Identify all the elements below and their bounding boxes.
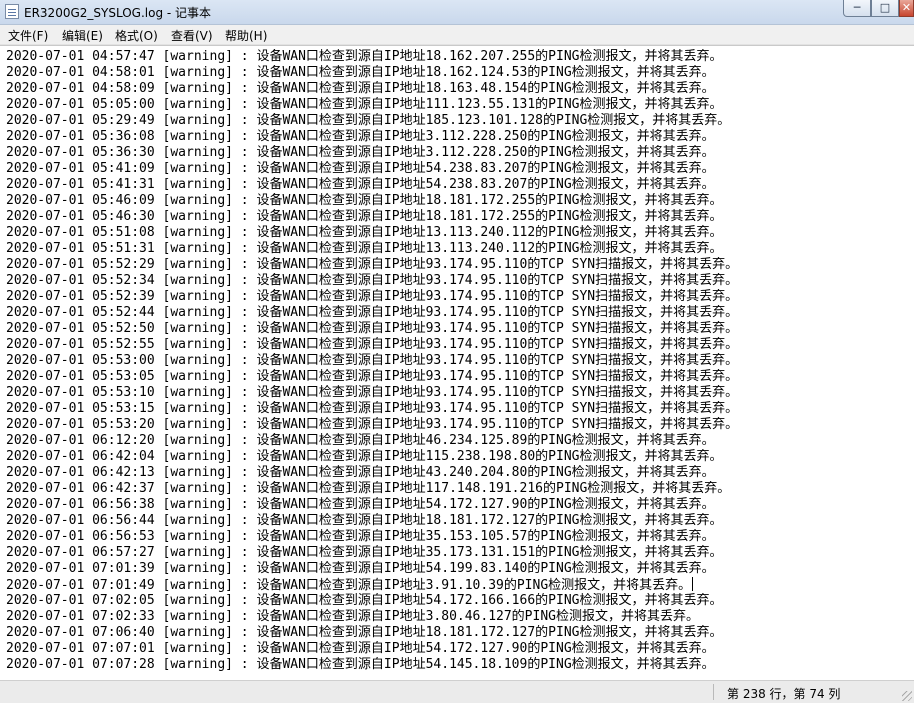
log-line: 2020-07-01 07:01:49 [warning] : 设备WAN口检查… xyxy=(6,577,694,593)
log-line: 2020-07-01 05:51:08 [warning] : 设备WAN口检查… xyxy=(6,225,723,240)
log-line: 2020-07-01 05:52:29 [warning] : 设备WAN口检查… xyxy=(6,257,739,272)
log-line: 2020-07-01 05:53:20 [warning] : 设备WAN口检查… xyxy=(6,417,739,432)
menu-bar: 文件(F) 编辑(E) 格式(O) 查看(V) 帮助(H) xyxy=(0,25,914,45)
log-line: 2020-07-01 06:56:38 [warning] : 设备WAN口检查… xyxy=(6,497,715,512)
log-line: 2020-07-01 04:58:09 [warning] : 设备WAN口检查… xyxy=(6,81,715,96)
close-button[interactable]: ✕ xyxy=(899,0,914,17)
title-bar[interactable]: ER3200G2_SYSLOG.log - 记事本 ─ □ ✕ xyxy=(0,0,914,25)
log-line: 2020-07-01 07:01:39 [warning] : 设备WAN口检查… xyxy=(6,561,715,576)
log-line: 2020-07-01 06:56:53 [warning] : 设备WAN口检查… xyxy=(6,529,715,544)
log-line: 2020-07-01 05:46:09 [warning] : 设备WAN口检查… xyxy=(6,193,723,208)
minimize-button[interactable]: ─ xyxy=(843,0,871,17)
menu-edit[interactable]: 编辑(E) xyxy=(62,27,103,44)
log-line: 2020-07-01 06:42:13 [warning] : 设备WAN口检查… xyxy=(6,465,715,480)
log-line: 2020-07-01 05:41:31 [warning] : 设备WAN口检查… xyxy=(6,177,715,192)
log-text: 2020-07-01 04:57:47 [warning] : 设备WAN口检查… xyxy=(6,49,914,673)
text-editor[interactable]: 2020-07-01 04:57:47 [warning] : 设备WAN口检查… xyxy=(0,45,914,680)
maximize-button[interactable]: □ xyxy=(871,0,899,17)
log-line: 2020-07-01 06:57:27 [warning] : 设备WAN口检查… xyxy=(6,545,723,560)
log-line: 2020-07-01 06:42:37 [warning] : 设备WAN口检查… xyxy=(6,481,731,496)
cursor-position: 第 238 行，第 74 列 xyxy=(727,687,841,701)
log-line: 2020-07-01 06:42:04 [warning] : 设备WAN口检查… xyxy=(6,449,723,464)
log-line: 2020-07-01 05:52:34 [warning] : 设备WAN口检查… xyxy=(6,273,739,288)
log-line: 2020-07-01 07:07:28 [warning] : 设备WAN口检查… xyxy=(6,657,715,672)
log-line: 2020-07-01 05:52:55 [warning] : 设备WAN口检查… xyxy=(6,337,739,352)
menu-format[interactable]: 格式(O) xyxy=(115,27,158,44)
text-caret xyxy=(692,577,694,591)
status-divider xyxy=(713,684,714,700)
log-line: 2020-07-01 06:56:44 [warning] : 设备WAN口检查… xyxy=(6,513,723,528)
log-line: 2020-07-01 05:41:09 [warning] : 设备WAN口检查… xyxy=(6,161,715,176)
log-line: 2020-07-01 05:51:31 [warning] : 设备WAN口检查… xyxy=(6,241,723,256)
log-line: 2020-07-01 05:29:49 [warning] : 设备WAN口检查… xyxy=(6,113,731,128)
status-bar: 第 238 行，第 74 列 xyxy=(0,680,914,703)
menu-file[interactable]: 文件(F) xyxy=(8,27,48,44)
log-line: 2020-07-01 05:05:00 [warning] : 设备WAN口检查… xyxy=(6,97,723,112)
log-line: 2020-07-01 06:12:20 [warning] : 设备WAN口检查… xyxy=(6,433,715,448)
log-line: 2020-07-01 05:52:50 [warning] : 设备WAN口检查… xyxy=(6,321,739,336)
log-line: 2020-07-01 07:02:33 [warning] : 设备WAN口检查… xyxy=(6,609,699,624)
resize-grip[interactable] xyxy=(902,691,912,701)
menu-help[interactable]: 帮助(H) xyxy=(225,27,267,44)
log-line: 2020-07-01 04:57:47 [warning] : 设备WAN口检查… xyxy=(6,49,723,64)
log-line: 2020-07-01 05:52:44 [warning] : 设备WAN口检查… xyxy=(6,305,739,320)
log-line: 2020-07-01 05:53:00 [warning] : 设备WAN口检查… xyxy=(6,353,739,368)
log-line: 2020-07-01 05:36:08 [warning] : 设备WAN口检查… xyxy=(6,129,715,144)
log-line: 2020-07-01 05:53:10 [warning] : 设备WAN口检查… xyxy=(6,385,739,400)
log-line: 2020-07-01 05:46:30 [warning] : 设备WAN口检查… xyxy=(6,209,723,224)
log-line: 2020-07-01 04:58:01 [warning] : 设备WAN口检查… xyxy=(6,65,715,80)
notepad-icon xyxy=(5,4,19,19)
log-line: 2020-07-01 07:02:05 [warning] : 设备WAN口检查… xyxy=(6,593,723,608)
log-line: 2020-07-01 07:06:40 [warning] : 设备WAN口检查… xyxy=(6,625,723,640)
window-title: ER3200G2_SYSLOG.log - 记事本 xyxy=(24,6,212,20)
log-line: 2020-07-01 05:36:30 [warning] : 设备WAN口检查… xyxy=(6,145,715,160)
log-line: 2020-07-01 07:07:01 [warning] : 设备WAN口检查… xyxy=(6,641,715,656)
log-line: 2020-07-01 05:53:15 [warning] : 设备WAN口检查… xyxy=(6,401,739,416)
log-line: 2020-07-01 05:53:05 [warning] : 设备WAN口检查… xyxy=(6,369,739,384)
menu-view[interactable]: 查看(V) xyxy=(171,27,213,44)
log-line: 2020-07-01 05:52:39 [warning] : 设备WAN口检查… xyxy=(6,289,739,304)
